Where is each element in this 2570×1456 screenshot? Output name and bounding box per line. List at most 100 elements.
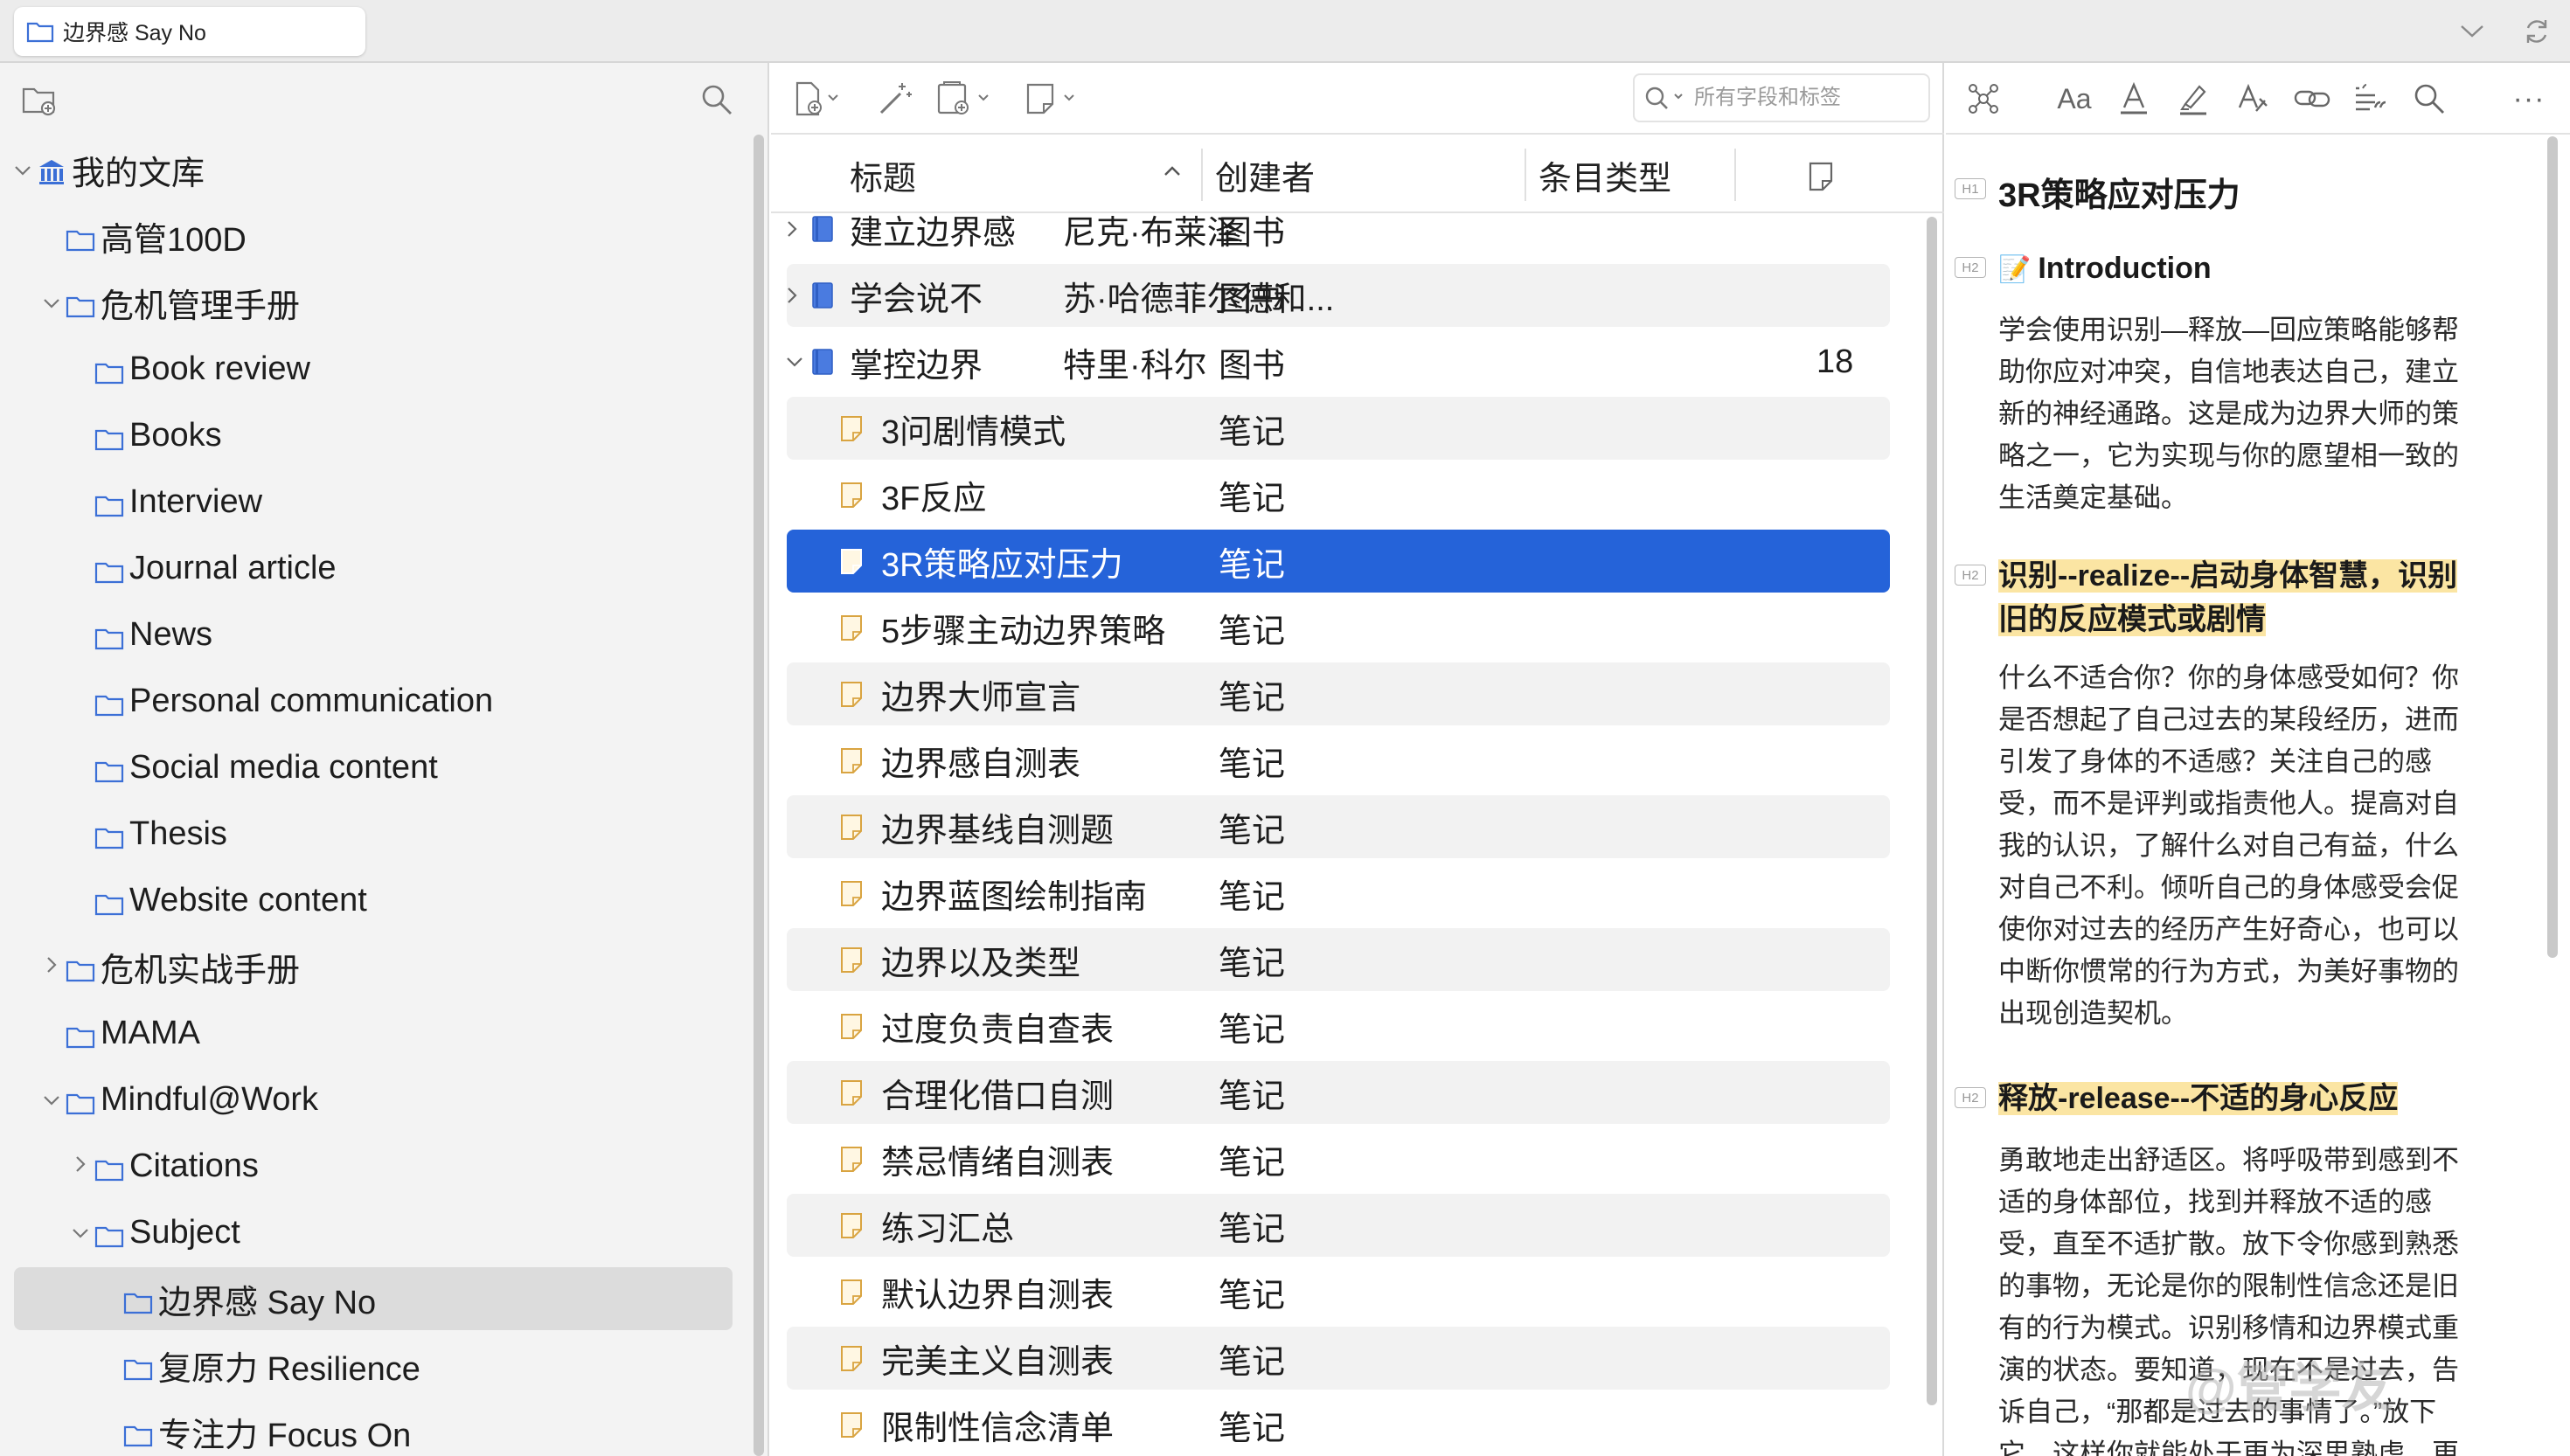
scrollbar[interactable] xyxy=(2547,136,2558,958)
graph-view-icon[interactable] xyxy=(1963,79,2004,119)
paragraph-line: 中断你惯常的行为方式，为美好事物的 xyxy=(1998,956,2459,987)
sidebar-item[interactable]: Book review xyxy=(14,337,733,400)
highlighter-icon[interactable] xyxy=(2173,79,2213,119)
chevron-down-icon[interactable] xyxy=(12,156,33,184)
paragraph-line: 使你对过去的经历产生好奇心，也可以 xyxy=(1998,914,2459,945)
sidebar-item[interactable]: News xyxy=(14,603,733,666)
chevron-right-icon[interactable] xyxy=(41,953,62,981)
clear-formatting-icon[interactable] xyxy=(2233,79,2273,119)
chevron-down-icon[interactable] xyxy=(785,330,804,393)
add-attachment-button[interactable] xyxy=(935,79,997,119)
note-icon xyxy=(839,1393,864,1456)
text-color-icon[interactable] xyxy=(2114,79,2154,119)
sidebar-item-label: 边界感 Say No xyxy=(158,1284,377,1321)
item-type: 笔记 xyxy=(1219,413,1286,451)
table-row[interactable]: 3F反应 笔记 xyxy=(787,463,1890,526)
table-row[interactable]: 过度负责自查表 笔记 xyxy=(787,995,1890,1057)
chevron-right-icon[interactable] xyxy=(785,198,799,260)
table-row[interactable]: 3问剧情模式 笔记 xyxy=(787,397,1890,460)
sidebar-item[interactable]: Social media content xyxy=(14,736,733,799)
sidebar-item[interactable]: Thesis xyxy=(14,802,733,865)
paragraph: 什么不适合你？你的身体感受如何？你 是否想起了自己过去的某段经历，进而 引发了身体的… xyxy=(1998,657,2540,1035)
paragraph-line: 学会使用识别—释放—回应策略能够帮 xyxy=(1998,315,2459,345)
sidebar-item[interactable]: 危机管理手册 xyxy=(14,271,733,334)
item-type: 笔记 xyxy=(1219,1210,1286,1248)
table-row[interactable]: 完美主义自测表 笔记 xyxy=(787,1327,1890,1390)
scrollbar[interactable] xyxy=(754,135,764,1456)
sidebar-item[interactable]: Interview xyxy=(14,470,733,533)
paragraph-line: 受，直至不适扩散。放下令你感到熟悉 xyxy=(1998,1229,2459,1259)
search-field[interactable] xyxy=(1633,73,1930,122)
item-type: 笔记 xyxy=(1219,1078,1286,1115)
sidebar-item-label: Citations xyxy=(129,1147,259,1184)
table-row[interactable]: 禁忌情绪自测表 笔记 xyxy=(787,1127,1890,1190)
sort-ascending-icon[interactable] xyxy=(1163,163,1182,184)
sidebar-item[interactable]: Mindful@Work xyxy=(14,1068,733,1131)
sidebar-item[interactable]: Journal article xyxy=(14,537,733,600)
notes-column-icon[interactable] xyxy=(1808,161,1834,197)
sidebar-item[interactable]: Website content xyxy=(14,869,733,932)
paragraph-line: 对自己不利。倾听自己的身体感受会促 xyxy=(1998,872,2459,903)
library-tab[interactable]: 边界感 Say No xyxy=(14,7,365,56)
sidebar-item[interactable]: MAMA xyxy=(14,1002,733,1064)
chevron-down-icon[interactable] xyxy=(41,288,62,316)
item-type: 笔记 xyxy=(1219,745,1286,783)
sidebar-item[interactable]: Personal communication xyxy=(14,669,733,732)
table-row[interactable]: 边界以及类型 笔记 xyxy=(787,928,1890,991)
sidebar-item[interactable]: 高管100D xyxy=(14,205,733,267)
table-row[interactable]: 边界基线自测题 笔记 xyxy=(787,795,1890,858)
sync-icon[interactable] xyxy=(2518,12,2556,51)
sidebar-item[interactable]: Books xyxy=(14,404,733,467)
sidebar-item[interactable]: 危机实战手册 xyxy=(14,935,733,998)
sidebar-item[interactable]: 我的文库 xyxy=(14,138,733,201)
item-type: 图书 xyxy=(1219,281,1286,318)
folder-icon xyxy=(94,755,124,783)
item-title: 3R策略应对压力 xyxy=(881,546,1123,584)
item-title: 边界蓝图绘制指南 xyxy=(881,878,1148,916)
table-row[interactable]: 掌控边界 特里·科尔 图书 18 xyxy=(787,330,1890,393)
sidebar-item[interactable]: 复原力 Resilience xyxy=(14,1334,733,1397)
scrollbar[interactable] xyxy=(1927,217,1937,1405)
item-type: 笔记 xyxy=(1219,1410,1286,1447)
table-row[interactable]: 边界蓝图绘制指南 笔记 xyxy=(787,862,1890,925)
new-collection-icon[interactable] xyxy=(21,84,58,121)
new-note-button[interactable] xyxy=(1025,79,1086,119)
note-icon xyxy=(839,397,864,460)
table-row[interactable]: 建立边界感 尼克·布莱泽 图书 xyxy=(787,198,1890,260)
new-item-button[interactable] xyxy=(792,79,841,119)
item-title: 掌控边界 xyxy=(850,347,983,385)
table-row[interactable]: 限制性信念清单 笔记 xyxy=(787,1393,1890,1456)
table-row[interactable]: 学会说不 苏·哈德菲尔德和... 图书 xyxy=(787,264,1890,327)
magic-wand-button[interactable] xyxy=(876,79,914,119)
link-icon[interactable] xyxy=(2292,79,2332,119)
chevron-down-icon[interactable] xyxy=(41,1085,62,1113)
table-row[interactable]: 边界感自测表 笔记 xyxy=(787,729,1890,792)
table-row[interactable]: 默认边界自测表 笔记 xyxy=(787,1260,1890,1323)
sidebar-item[interactable]: 专注力 Focus On xyxy=(14,1400,733,1456)
table-row[interactable]: 3R策略应对压力 笔记 xyxy=(787,530,1890,593)
chevron-down-icon[interactable] xyxy=(70,1218,91,1246)
citation-icon[interactable] xyxy=(2350,79,2390,119)
table-row[interactable]: 练习汇总 笔记 xyxy=(787,1194,1890,1257)
item-title: 默认边界自测表 xyxy=(881,1277,1115,1314)
more-icon[interactable]: ··· xyxy=(2509,79,2549,119)
table-row[interactable]: 合理化借口自测 笔记 xyxy=(787,1061,1890,1124)
text-size-icon[interactable]: Aa xyxy=(2054,79,2094,119)
sidebar-item[interactable]: Citations xyxy=(14,1134,733,1197)
search-icon[interactable] xyxy=(699,82,734,121)
search-icon[interactable] xyxy=(2409,79,2449,119)
items-pane: 标题 创建者 条目类型 建立边界感尼克·布莱泽图书学会说不苏·哈德菲尔德和...… xyxy=(771,63,1944,1456)
search-input[interactable] xyxy=(1694,86,1913,110)
sidebar-item[interactable]: Subject xyxy=(14,1201,733,1264)
column-divider[interactable] xyxy=(1734,149,1736,201)
sidebar-item[interactable]: 边界感 Say No xyxy=(14,1267,733,1330)
table-row[interactable]: 5步骤主动边界策略 笔记 xyxy=(787,596,1890,659)
section-heading: 释放-release--不适的身心反应 xyxy=(1998,1077,2540,1120)
chevron-right-icon[interactable] xyxy=(785,264,799,327)
table-row[interactable]: 边界大师宣言 笔记 xyxy=(787,662,1890,725)
chevron-right-icon[interactable] xyxy=(70,1152,91,1180)
chevron-down-icon[interactable] xyxy=(2453,12,2491,51)
note-icon xyxy=(839,662,864,725)
column-divider[interactable] xyxy=(1525,149,1526,201)
column-divider[interactable] xyxy=(1201,149,1203,201)
